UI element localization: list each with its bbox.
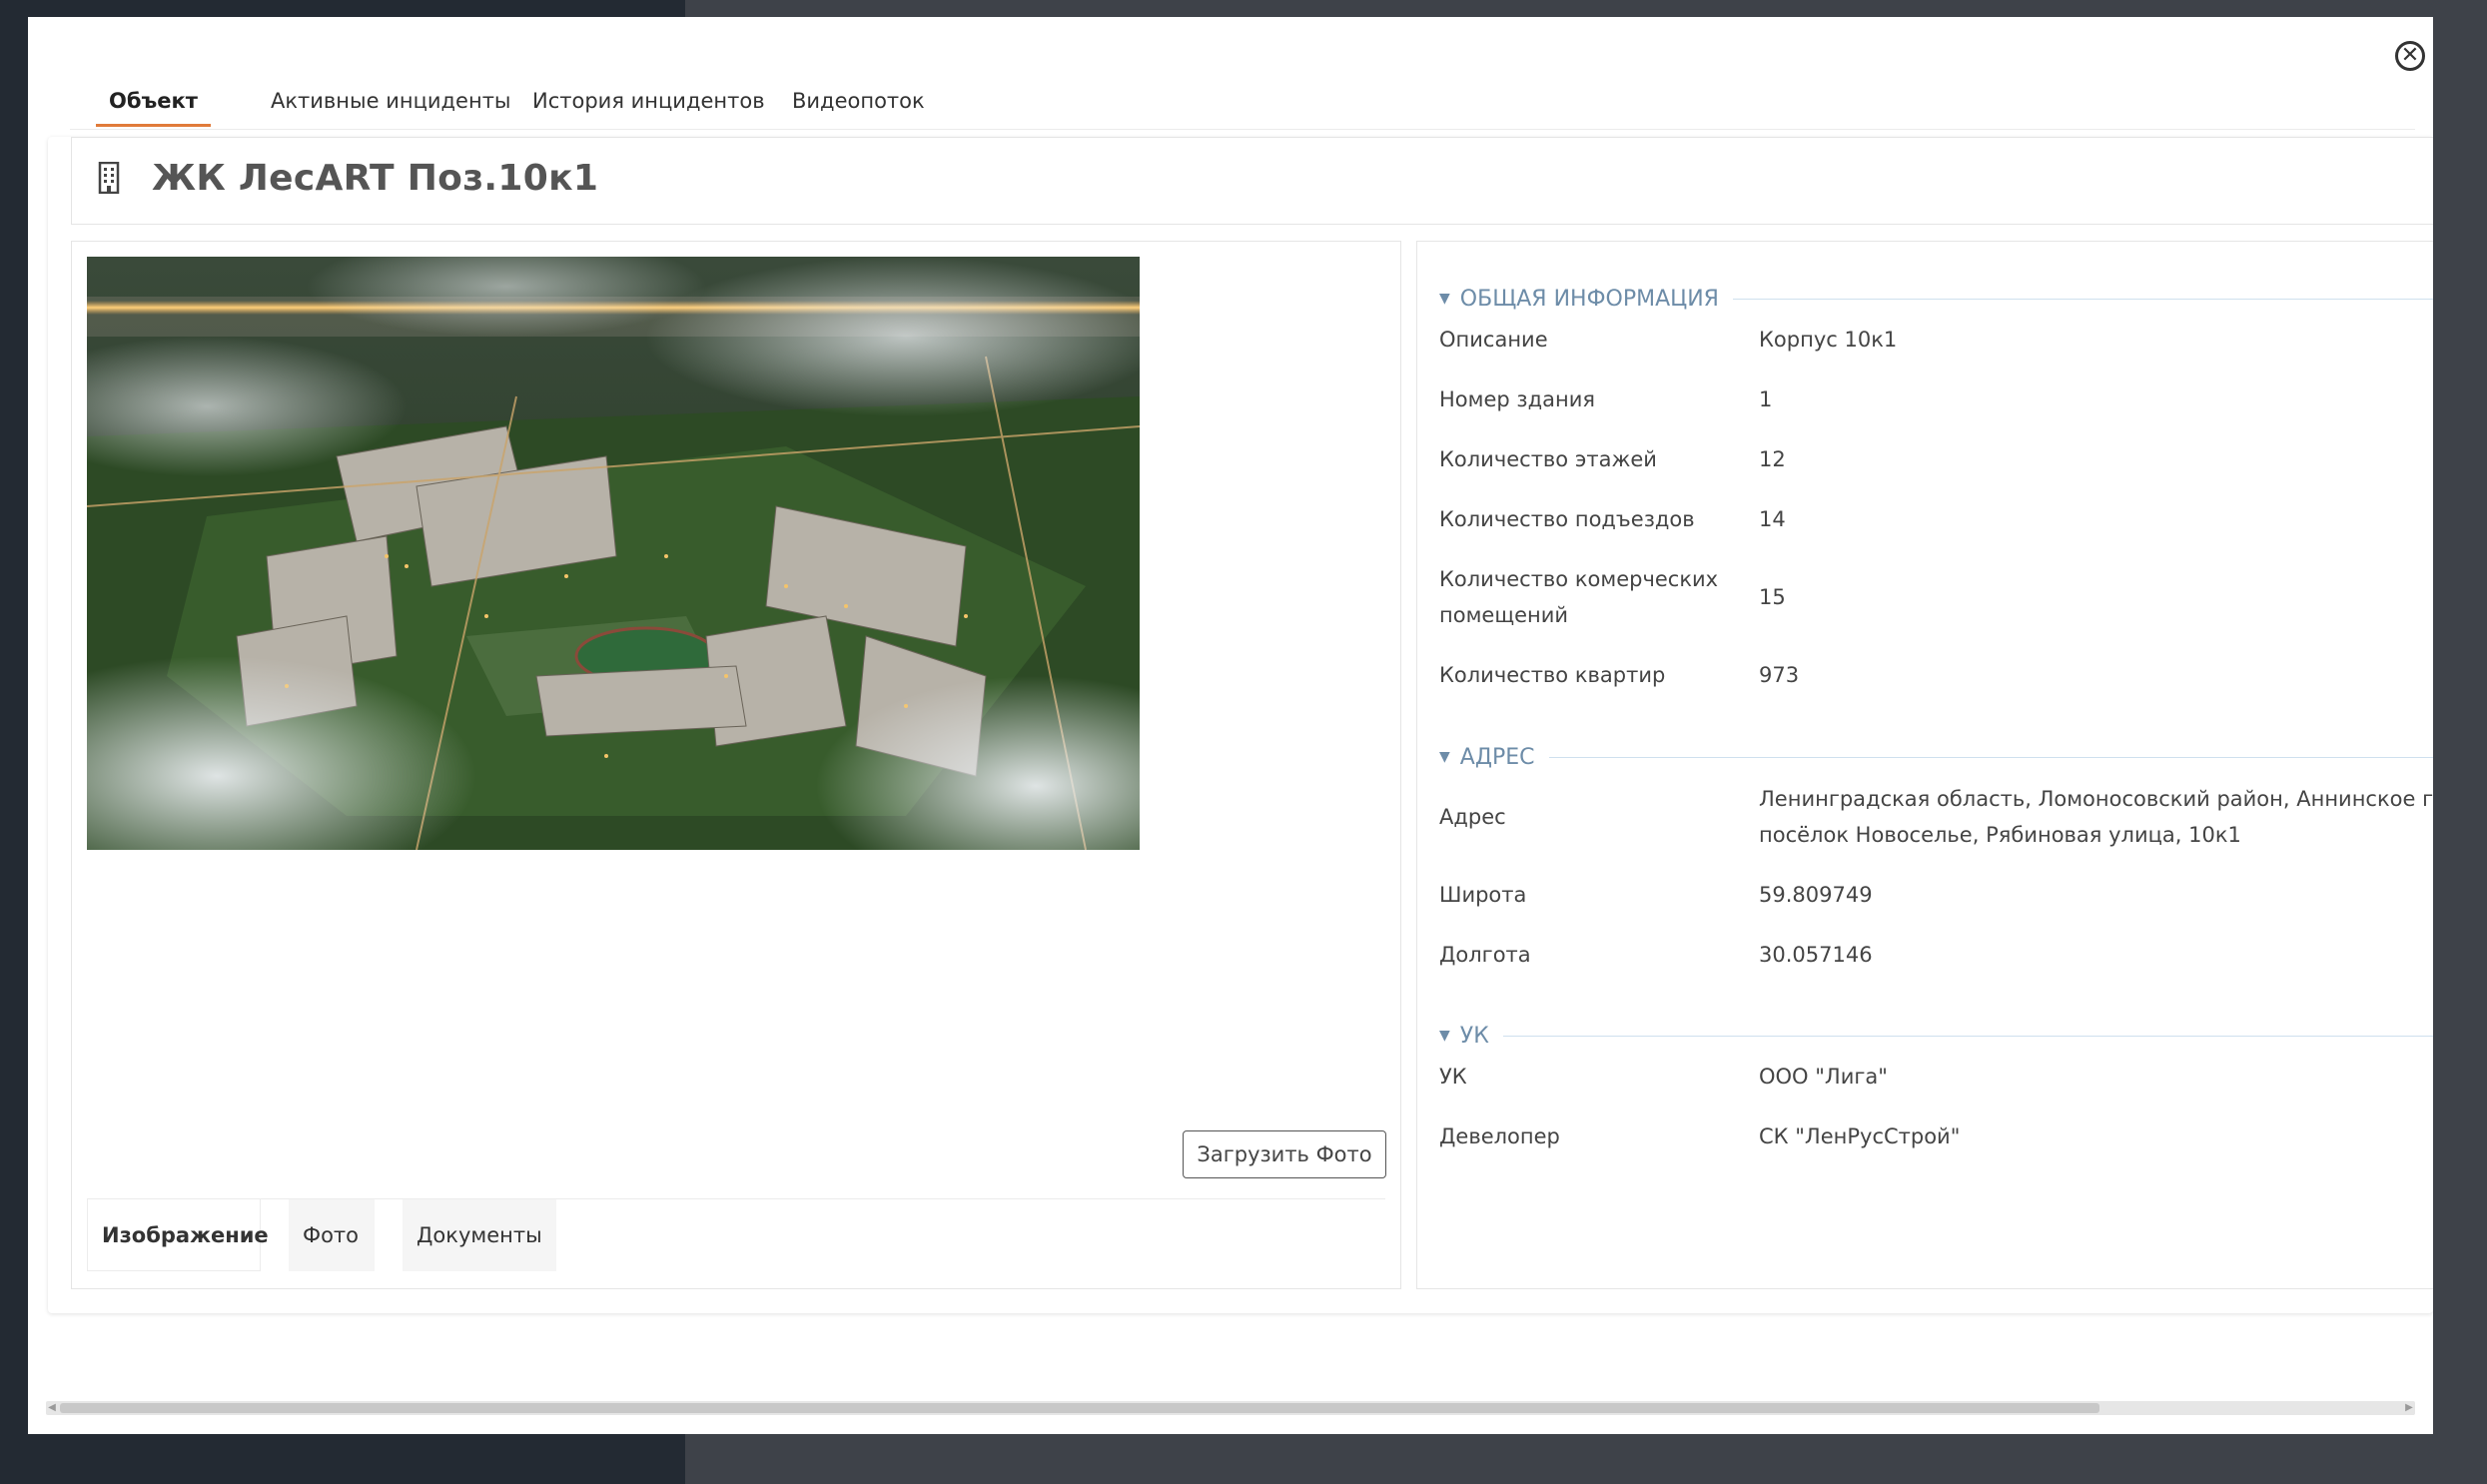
value-latitude: 59.809749 [1759,883,1873,907]
aerial-render-image [87,257,1140,850]
tab-active-incidents[interactable]: Активные инциденты [258,57,524,127]
label-commercial-premises: Количество комерческих помещений [1439,567,1719,627]
title-panel: ЖК ЛесART Поз.10к1 [71,137,2433,225]
page-title: ЖК ЛесART Поз.10к1 [152,158,599,199]
label-entrances: Количество подъездов [1439,507,1695,531]
section-divider [1732,298,2433,300]
label-developer: Девелопер [1439,1124,1560,1148]
value-address-line2: посёлок Новоселье, Рябиновая улица, 10к1 [1759,823,2241,847]
value-apartments: 973 [1759,663,1800,687]
caret-down-icon: ▼ [1439,291,1450,307]
label-apartments: Количество квартир [1439,663,1666,687]
section-uk-header[interactable]: ▼ УК [1439,1021,2433,1051]
caret-down-icon: ▼ [1439,749,1450,765]
label-address: Адрес [1439,805,1506,829]
section-general-title: ОБЩАЯ ИНФОРМАЦИЯ [1459,286,1719,312]
label-latitude: Широта [1439,883,1527,907]
image-panel: Загрузить Фото Изображение Фото Документ… [71,241,1401,1289]
scroll-left-icon[interactable]: ◀ [46,1401,58,1415]
building-icon [98,162,120,194]
value-building-number: 1 [1759,387,1773,411]
tab-image[interactable]: Изображение [87,1199,269,1271]
label-building-number: Номер здания [1439,387,1595,411]
tab-video-stream[interactable]: Видеопоток [779,57,938,127]
section-general-header[interactable]: ▼ ОБЩАЯ ИНФОРМАЦИЯ [1439,284,2433,314]
section-divider [1502,1035,2433,1037]
section-address-header[interactable]: ▼ АДРЕС [1439,742,2433,772]
caret-down-icon: ▼ [1439,1028,1450,1044]
object-photo [87,257,1140,850]
value-longitude: 30.057146 [1759,943,1873,967]
value-entrances: 14 [1759,507,1786,531]
label-description: Описание [1439,328,1548,352]
object-modal: ✕ Объект Активные инциденты История инци… [28,17,2433,1434]
value-developer: СК "ЛенРусСтрой" [1759,1124,1961,1148]
section-address-title: АДРЕС [1459,744,1535,770]
tab-photo[interactable]: Фото [289,1199,375,1271]
value-uk: ООО "Лига" [1759,1065,1888,1089]
label-longitude: Долгота [1439,943,1531,967]
upload-photo-button[interactable]: Загрузить Фото [1183,1130,1386,1178]
value-commercial-premises: 15 [1759,585,1786,609]
tab-bar: Объект Активные инциденты История инциде… [70,57,2415,130]
label-floors: Количество этажей [1439,447,1657,471]
value-description: Корпус 10к1 [1759,328,1898,352]
value-floors: 12 [1759,447,1786,471]
section-divider [1548,756,2433,758]
section-uk-title: УК [1459,1023,1489,1049]
scroll-right-icon[interactable]: ▶ [2403,1401,2415,1415]
info-panel: ▼ ОБЩАЯ ИНФОРМАЦИЯ Описание Корпус 10к1 … [1416,241,2433,1289]
value-address-line1: Ленинградская область, Ломоносовский рай… [1759,787,2433,811]
tab-documents[interactable]: Документы [403,1199,556,1271]
scrollbar-thumb[interactable] [60,1403,2099,1413]
label-uk: УК [1439,1065,1467,1089]
media-tabs: Изображение Фото Документы [87,1198,1385,1273]
horizontal-scrollbar[interactable]: ◀ ▶ [46,1401,2415,1415]
tab-incident-history[interactable]: История инцидентов [519,57,778,127]
tab-object[interactable]: Объект [96,57,211,127]
